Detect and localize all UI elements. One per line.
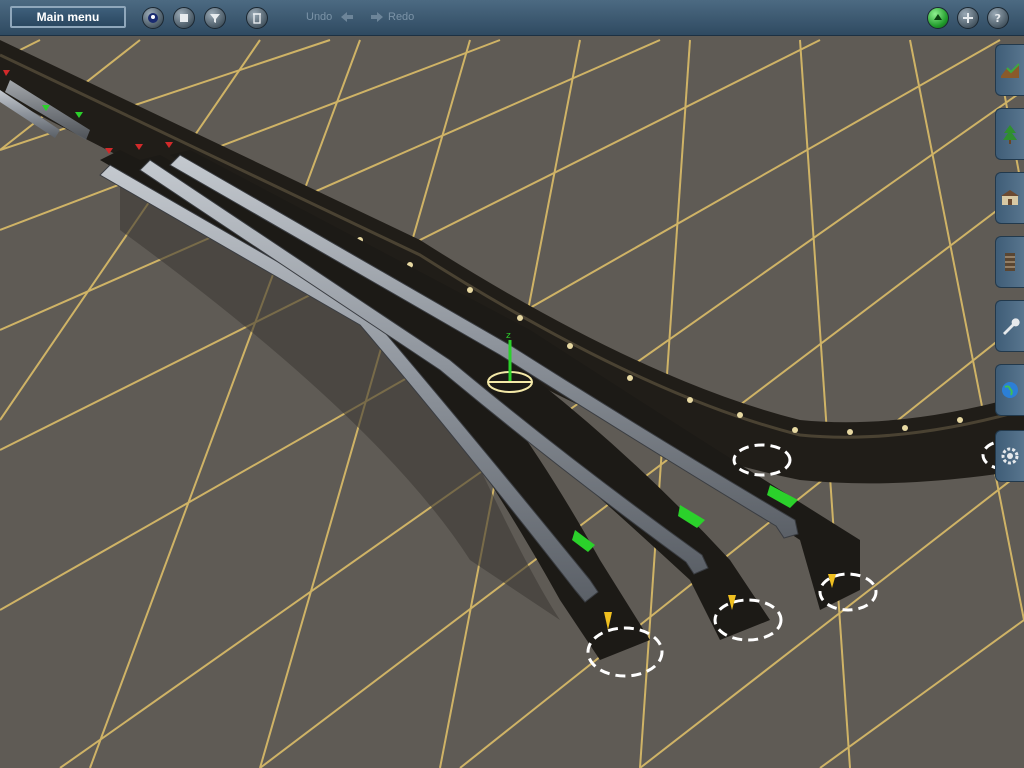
building-tool-icon[interactable] [995,172,1024,224]
undo-label[interactable]: Undo [306,11,332,23]
undo-arrow-icon[interactable] [341,11,353,23]
stop-icon[interactable] [173,7,195,29]
settings-tool-icon[interactable] [995,430,1024,482]
world-tool-icon[interactable] [995,364,1024,416]
svg-text:?: ? [995,12,1001,25]
wrench-tool-icon[interactable] [995,300,1024,352]
gizmo-axis-label: z [506,331,511,341]
main-menu-button[interactable]: Main menu [10,6,126,28]
track-tool-icon[interactable] [995,236,1024,288]
add-icon[interactable] [957,7,979,29]
redo-label[interactable]: Redo [388,11,414,23]
driver-mode-icon[interactable] [142,7,164,29]
help-icon[interactable]: ? [987,7,1009,29]
info-icon[interactable] [927,7,949,29]
redo-arrow-icon[interactable] [371,11,383,23]
topology-tool-icon[interactable] [995,44,1024,96]
filter-icon[interactable] [204,7,226,29]
scenery-tool-icon[interactable] [995,108,1024,160]
3d-viewport[interactable]: z [0,0,1024,768]
top-toolbar: Main menu Undo Redo ? [0,0,1024,36]
trash-icon[interactable] [246,7,268,29]
